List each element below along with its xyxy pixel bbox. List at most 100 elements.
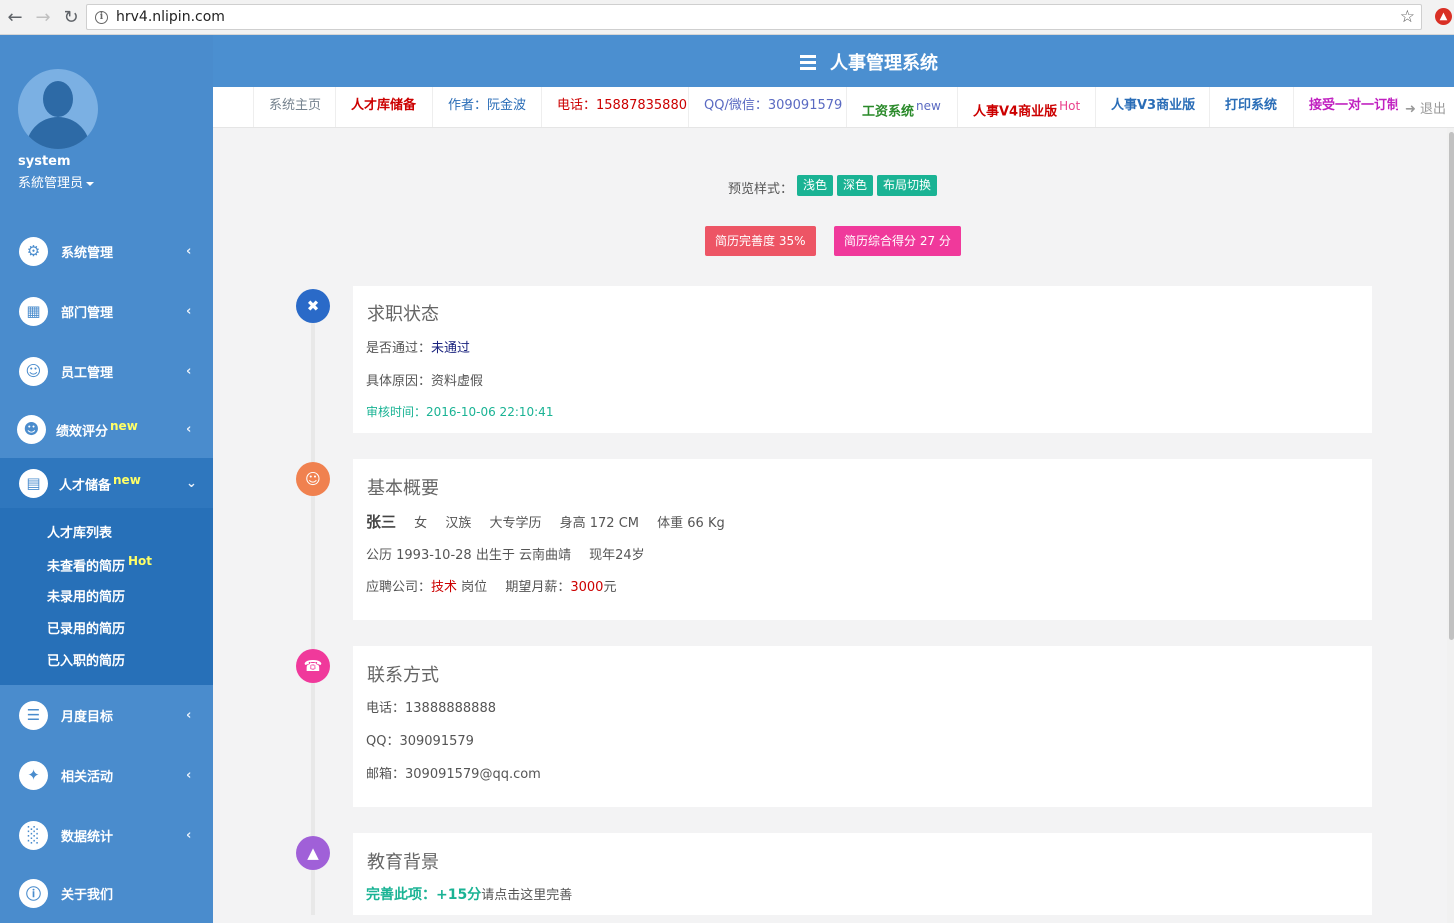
address-bar[interactable]: i hrv4.nlipin.com ☆ bbox=[86, 4, 1422, 30]
card-title: 求职状态 bbox=[367, 304, 439, 325]
review-time: 审核时间：2016-10-06 22:10:41 bbox=[366, 405, 554, 419]
chevron-left-icon: ‹ bbox=[186, 421, 192, 437]
new-badge: new bbox=[916, 99, 941, 113]
salary-label: 期望月薪： bbox=[505, 580, 571, 595]
sidebar-item-label: 相关活动 bbox=[61, 769, 114, 785]
card-title: 基本概要 bbox=[367, 478, 439, 499]
submenu-rejected-resumes[interactable]: 未录用的简历 bbox=[47, 586, 125, 605]
pass-status-value: 未通过 bbox=[431, 341, 471, 356]
hamburger-menu-icon[interactable] bbox=[800, 55, 816, 70]
user-role-label: 系統管理员 bbox=[18, 176, 84, 191]
tab-talent-reserve[interactable]: 人才库储备 bbox=[335, 87, 431, 127]
contact-qq: QQ：309091579 bbox=[366, 734, 474, 749]
tab-scroll-left[interactable] bbox=[213, 87, 253, 127]
submenu-unviewed-resumes[interactable]: 未查看的简历 Hot bbox=[47, 554, 152, 574]
resume-score-badge[interactable]: 简历综合得分 27 分 bbox=[834, 226, 961, 256]
info-icon: ⓘ bbox=[19, 878, 48, 908]
job-status-card: 求职状态 是否通过：未通过 具体原因：资料虚假 审核时间：2016-10-06 … bbox=[353, 286, 1372, 433]
contact-card: 联系方式 电话：13888888888 QQ：309091579 邮箱：3090… bbox=[353, 646, 1372, 807]
layout-switch-button[interactable]: 布局切换 bbox=[877, 175, 938, 196]
profile-apply-row: 应聘公司：技术 岗位 期望月薪：3000元 bbox=[366, 576, 616, 595]
apply-position: 技术 bbox=[431, 580, 458, 595]
user-role-dropdown[interactable]: 系統管理员 bbox=[18, 172, 95, 191]
tab-qq[interactable]: QQ/微信：309091579 bbox=[688, 87, 857, 127]
tab-salary-system[interactable]: 工资系统 new bbox=[846, 87, 956, 127]
reason-label: 具体原因： bbox=[366, 374, 432, 389]
back-icon[interactable]: ← bbox=[2, 4, 28, 30]
bookmark-star-icon[interactable]: ☆ bbox=[1400, 7, 1415, 27]
phone-icon: ☎ bbox=[296, 649, 330, 683]
sidebar-item-talent-reserve[interactable]: ▤ 人才储备 new ⌄ bbox=[0, 458, 213, 508]
education-complete-link[interactable]: 完善此项：+15分请点击这里完善 bbox=[366, 884, 572, 904]
sidebar-item-label: 关于我们 bbox=[61, 887, 114, 903]
submenu-hired-resumes[interactable]: 已录用的简历 bbox=[47, 618, 125, 637]
tab-hr-v4[interactable]: 人事V4商业版 Hot bbox=[957, 87, 1095, 127]
salary-value: 3000 bbox=[570, 580, 604, 595]
sidebar-item-label: 数据统计 bbox=[61, 829, 114, 845]
sidebar-item-label: 月度目标 bbox=[61, 709, 114, 725]
salary-unit: 元 bbox=[603, 580, 617, 595]
preview-style-label: 预览样式： bbox=[728, 182, 794, 197]
new-badge: new bbox=[113, 472, 141, 487]
info-icon[interactable]: i bbox=[95, 10, 108, 24]
sidebar-item-activities[interactable]: ✦ 相关活动 ‹ bbox=[0, 745, 213, 805]
sidebar-item-employee[interactable]: ☺ 员工管理 ‹ bbox=[0, 341, 213, 401]
logout-label: 退出 bbox=[1420, 102, 1447, 117]
card-title: 联系方式 bbox=[367, 665, 439, 686]
grid-icon: ▦ bbox=[19, 296, 48, 326]
chevron-left-icon: ‹ bbox=[186, 303, 192, 319]
scrollbar-thumb[interactable] bbox=[1449, 132, 1454, 640]
apply-label: 应聘公司： bbox=[366, 580, 432, 595]
logout-button[interactable]: ➜ 退出 bbox=[1405, 98, 1446, 117]
profile-card: 基本概要 张三 女 汉族 大专学历 身高 172 CM 体重 66 Kg 公历 … bbox=[353, 459, 1372, 620]
preview-light-button[interactable]: 浅色 bbox=[797, 175, 834, 196]
user-name: system bbox=[18, 154, 71, 169]
chevron-down-icon: ⌄ bbox=[186, 475, 197, 491]
sidebar-item-performance[interactable]: ☻ 绩效评分 new ‹ bbox=[0, 399, 213, 459]
extension-icon[interactable]: ▲ bbox=[1435, 8, 1452, 25]
pass-status-label: 是否通过： bbox=[366, 341, 432, 356]
submenu-talent-list[interactable]: 人才库列表 bbox=[47, 522, 112, 541]
tab-custom-order[interactable]: 接受一对一订制 bbox=[1293, 87, 1398, 127]
sidebar-item-monthly-goals[interactable]: ☰ 月度目标 ‹ bbox=[0, 685, 213, 745]
tab-bar: 系统主页 人才库储备 作者：阮金波 电话：15887835880 QQ/微信：3… bbox=[213, 87, 1454, 128]
id-card-icon: ▤ bbox=[19, 468, 48, 498]
contact-phone: 电话：13888888888 bbox=[366, 701, 496, 716]
weight: 体重 66 Kg bbox=[657, 516, 725, 531]
chevron-left-icon: ‹ bbox=[186, 707, 192, 723]
resume-completeness-badge[interactable]: 简历完善度 35% bbox=[705, 226, 816, 256]
height: 身高 172 CM bbox=[559, 516, 639, 531]
tab-phone[interactable]: 电话：15887835880 bbox=[541, 87, 702, 127]
sidebar-item-label: 系统管理 bbox=[61, 245, 114, 261]
logout-icon: ➜ bbox=[1405, 102, 1416, 117]
tab-hr-v3[interactable]: 人事V3商业版 bbox=[1095, 87, 1210, 127]
forward-icon[interactable]: → bbox=[30, 4, 56, 30]
profile-basic-row: 张三 女 汉族 大专学历 身高 172 CM 体重 66 Kg bbox=[366, 511, 725, 532]
chevron-left-icon: ‹ bbox=[186, 767, 192, 783]
sidebar-item-about[interactable]: ⓘ 关于我们 bbox=[0, 863, 213, 923]
caret-down-icon bbox=[86, 181, 95, 186]
graduation-cap-icon: ▲ bbox=[296, 836, 330, 870]
candidate-name: 张三 bbox=[366, 513, 397, 531]
sidebar-item-system[interactable]: ⚙ 系统管理 ‹ bbox=[0, 221, 213, 281]
tab-author[interactable]: 作者：阮金波 bbox=[432, 87, 541, 127]
reason-value: 资料虚假 bbox=[431, 374, 484, 389]
close-icon: ✖ bbox=[296, 289, 330, 323]
new-badge: new bbox=[110, 418, 138, 433]
sidebar-item-label: 部门管理 bbox=[61, 305, 114, 321]
reload-icon[interactable]: ↻ bbox=[58, 4, 84, 30]
education-hint: 请点击这里完善 bbox=[481, 888, 573, 903]
sidebar-item-statistics[interactable]: ░ 数据统计 ‹ bbox=[0, 805, 213, 865]
ethnicity: 汉族 bbox=[445, 516, 472, 531]
card-title: 教育背景 bbox=[367, 852, 439, 873]
preview-dark-button[interactable]: 深色 bbox=[837, 175, 874, 196]
avatar[interactable] bbox=[18, 69, 98, 149]
sidebar-item-label: 绩效评分 bbox=[56, 424, 109, 440]
submenu-onboarded-resumes[interactable]: 已入职的简历 bbox=[47, 650, 125, 669]
contact-email: 邮箱：309091579@qq.com bbox=[366, 767, 541, 782]
running-icon: ✦ bbox=[19, 760, 48, 790]
tab-print-system[interactable]: 打印系统 bbox=[1209, 87, 1292, 127]
tab-home[interactable]: 系统主页 bbox=[253, 87, 336, 127]
profile-birth-row: 公历 1993-10-28 出生于 云南曲靖 现年24岁 bbox=[366, 544, 645, 563]
sidebar-item-department[interactable]: ▦ 部门管理 ‹ bbox=[0, 281, 213, 341]
